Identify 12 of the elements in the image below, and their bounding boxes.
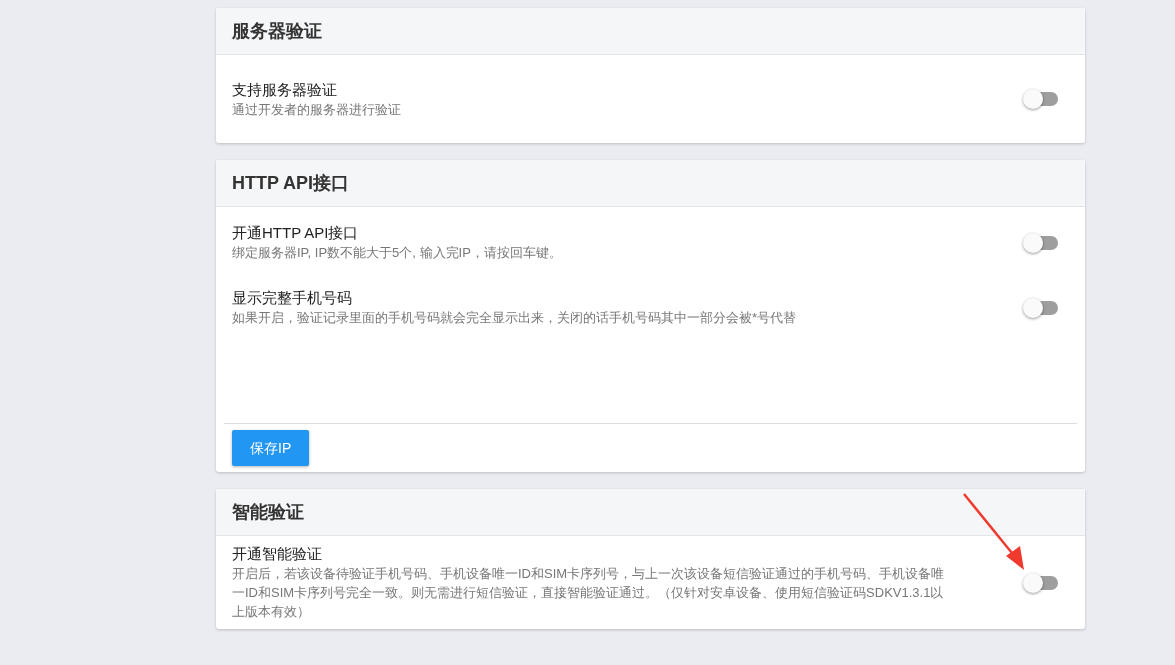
section-title: 服务器验证 [232, 19, 322, 43]
setting-description: 开启后，若该设备待验证手机号码、手机设备唯一ID和SIM卡序列号，与上一次该设备短信验证通过的手机号码、手机设备唯一ID和SIM卡序列号完全一致。则无需进行短信验证，直接智能验证通过。（仅针对安卓设备、使用短信验证码SDKV1.3.1以上版本有效） [232, 565, 946, 621]
section-title: HTTP API接口 [232, 171, 349, 195]
setting-description: 如果开启，验证记录里面的手机号码就会完全显示出来，关闭的话手机号码其中一部分会被*号代替 [232, 309, 797, 327]
setting-label: 支持服务器验证 [232, 79, 338, 100]
setting-description: 通过开发者的服务器进行验证 [232, 100, 401, 119]
setting-label: 显示完整手机号码 [232, 288, 353, 308]
setting-description: 绑定服务器IP, IP数不能大于5个, 输入完IP，请按回车键。 [232, 244, 562, 262]
setting-label: 开通智能验证 [232, 544, 323, 564]
save-ip-button[interactable]: 保存IP [232, 430, 310, 466]
section-title: 智能验证 [232, 500, 304, 524]
setting-label: 开通HTTP API接口 [232, 223, 360, 243]
